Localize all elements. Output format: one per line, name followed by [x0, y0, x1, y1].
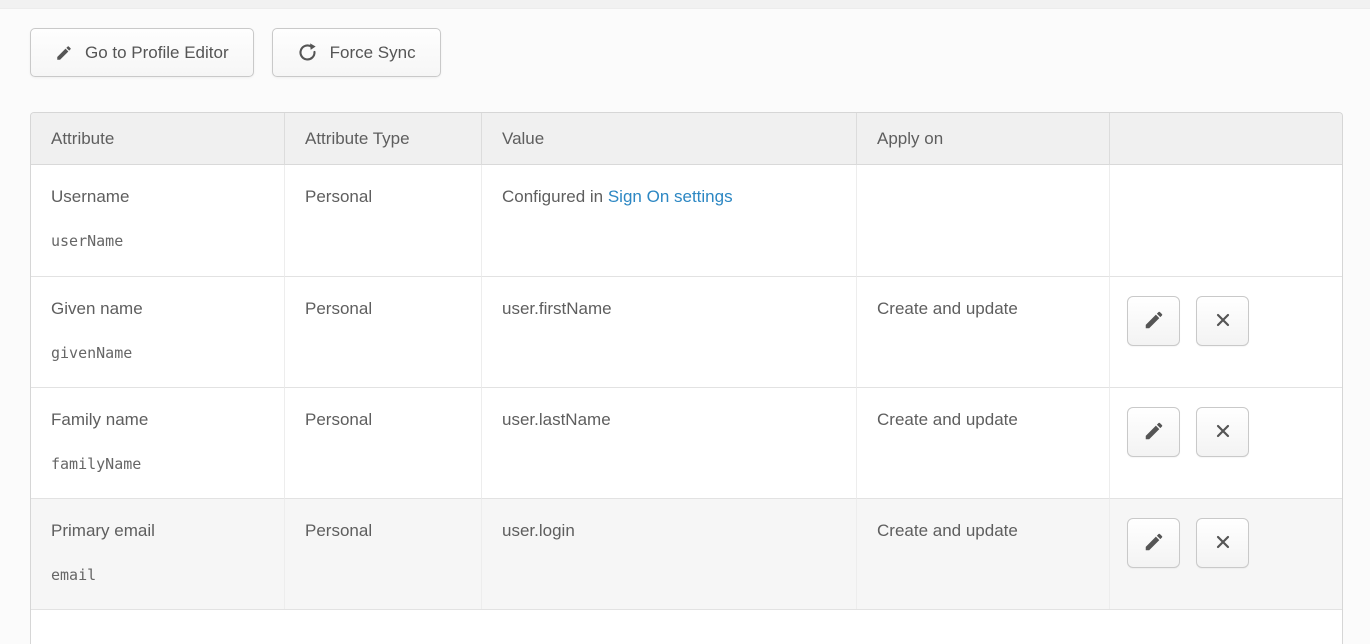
- cell-value: user.lastName: [481, 387, 856, 498]
- table-row: Username userName Personal Configured in…: [31, 165, 1342, 276]
- go-to-profile-editor-button[interactable]: Go to Profile Editor: [30, 28, 254, 77]
- attribute-variable-name: givenName: [51, 344, 264, 362]
- cell-value: Configured in Sign On settings: [481, 165, 856, 276]
- cell-attribute: Given name givenName: [31, 276, 284, 387]
- attribute-label: Family name: [51, 410, 264, 430]
- x-icon: [1213, 310, 1233, 333]
- cell-attribute-type: Personal: [284, 165, 481, 276]
- column-header-value: Value: [481, 113, 856, 165]
- table-row: Given name givenName Personal user.first…: [31, 276, 1342, 387]
- top-divider: [0, 0, 1370, 9]
- table-row: Family name familyName Personal user.las…: [31, 387, 1342, 498]
- attribute-label: Username: [51, 187, 264, 207]
- column-header-attribute-type: Attribute Type: [284, 113, 481, 165]
- refresh-icon: [297, 42, 318, 63]
- empty-cell: [31, 609, 1342, 644]
- cell-apply-on: Create and update: [856, 498, 1109, 609]
- x-icon: [1213, 421, 1233, 444]
- cell-value: user.firstName: [481, 276, 856, 387]
- toolbar: Go to Profile Editor Force Sync: [30, 28, 1370, 77]
- attribute-variable-name: email: [51, 566, 264, 584]
- column-header-actions: [1109, 113, 1342, 165]
- cell-attribute-type: Personal: [284, 387, 481, 498]
- cell-apply-on: Create and update: [856, 276, 1109, 387]
- main-content: Go to Profile Editor Force Sync Attribut…: [0, 9, 1370, 644]
- table-header-row: Attribute Attribute Type Value Apply on: [31, 113, 1342, 165]
- cell-actions: [1109, 165, 1342, 276]
- pencil-icon: [1143, 420, 1165, 445]
- column-header-attribute: Attribute: [31, 113, 284, 165]
- cell-apply-on: [856, 165, 1109, 276]
- table-row-partial: [31, 609, 1342, 644]
- cell-value: user.login: [481, 498, 856, 609]
- cell-actions: [1109, 387, 1342, 498]
- delete-attribute-button[interactable]: [1196, 407, 1249, 457]
- pencil-icon: [55, 44, 73, 62]
- attribute-label: Primary email: [51, 521, 264, 541]
- attribute-label: Given name: [51, 299, 264, 319]
- edit-attribute-button[interactable]: [1127, 518, 1180, 568]
- cell-attribute-type: Personal: [284, 276, 481, 387]
- go-to-profile-editor-label: Go to Profile Editor: [85, 43, 229, 63]
- cell-attribute: Username userName: [31, 165, 284, 276]
- value-text: Configured in: [502, 187, 608, 206]
- cell-attribute: Primary email email: [31, 498, 284, 609]
- cell-actions: [1109, 276, 1342, 387]
- cell-actions: [1109, 498, 1342, 609]
- column-header-apply-on: Apply on: [856, 113, 1109, 165]
- force-sync-label: Force Sync: [330, 43, 416, 63]
- force-sync-button[interactable]: Force Sync: [272, 28, 441, 77]
- attribute-variable-name: userName: [51, 232, 264, 250]
- sign-on-settings-link[interactable]: Sign On settings: [608, 187, 733, 206]
- delete-attribute-button[interactable]: [1196, 518, 1249, 568]
- pencil-icon: [1143, 531, 1165, 556]
- cell-attribute: Family name familyName: [31, 387, 284, 498]
- cell-attribute-type: Personal: [284, 498, 481, 609]
- edit-attribute-button[interactable]: [1127, 407, 1180, 457]
- x-icon: [1213, 532, 1233, 555]
- cell-apply-on: Create and update: [856, 387, 1109, 498]
- attribute-mappings-table: Attribute Attribute Type Value Apply on …: [30, 112, 1343, 644]
- attribute-variable-name: familyName: [51, 455, 264, 473]
- delete-attribute-button[interactable]: [1196, 296, 1249, 346]
- pencil-icon: [1143, 309, 1165, 334]
- edit-attribute-button[interactable]: [1127, 296, 1180, 346]
- table-row: Primary email email Personal user.login …: [31, 498, 1342, 609]
